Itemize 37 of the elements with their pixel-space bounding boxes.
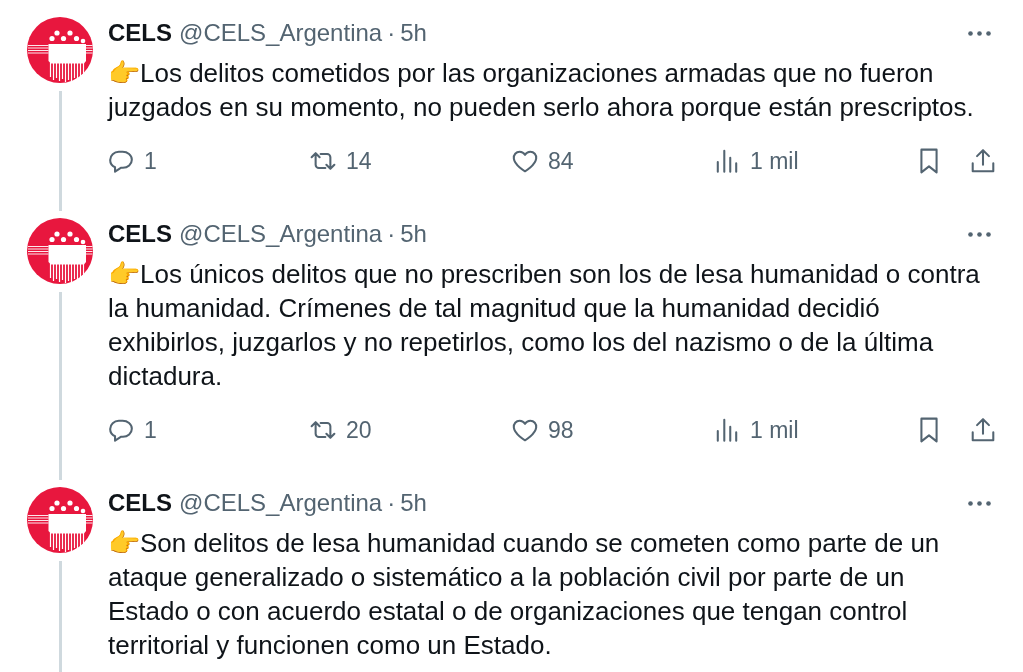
like-button[interactable]: 98	[512, 415, 714, 445]
avatar-logo[interactable]	[27, 218, 93, 284]
tweet-text: 👉Los únicos delitos que no prescriben son los de lesa humanidad o contra la humanidad. Crímenes de tal magnitud que la humanidad decidió exhibirlos, juzgarlos y no repetirlos, como los del nazismo o de la última dictadura.	[108, 258, 981, 393]
avatar-logo[interactable]	[27, 487, 93, 553]
speech-bubble-icon	[108, 417, 134, 443]
author-handle[interactable]: @CELS_Argentina	[179, 220, 383, 248]
share-icon	[970, 417, 996, 443]
share-icon	[970, 148, 996, 174]
bar-chart-icon	[714, 417, 740, 443]
views-button[interactable]: 1 mil	[714, 415, 916, 445]
tweet-text: 👉Son delitos de lesa humanidad cuando se cometen como parte de un ataque generalizado o sistemático a la población civil por parte de un Estado o con acuerdo estatal o de organizaciones que tengan control territorial y funcionen como un Estado.	[108, 527, 941, 662]
author-name[interactable]: CELS	[108, 489, 172, 517]
separator-dot: ·	[387, 19, 396, 47]
author-name[interactable]: CELS	[108, 19, 172, 47]
avatar-logo[interactable]	[27, 17, 93, 83]
timestamp-link[interactable]: 5h	[400, 19, 427, 47]
repost-button[interactable]: 14	[310, 146, 512, 176]
author-handle[interactable]: @CELS_Argentina	[179, 489, 383, 517]
separator-dot: ·	[387, 489, 396, 517]
repost-button[interactable]: 20	[310, 415, 512, 445]
tweet-text: 👉Los delitos cometidos por las organizaciones armadas que no fueron juzgados en su momento, no pueden serlo ahora porque están prescriptos.	[108, 57, 975, 124]
more-icon[interactable]	[968, 231, 991, 237]
more-icon[interactable]	[968, 30, 991, 36]
heart-icon	[512, 148, 538, 174]
timestamp-link[interactable]: 5h	[400, 489, 427, 517]
like-button[interactable]: 84	[512, 146, 714, 176]
timestamp-link[interactable]: 5h	[400, 220, 427, 248]
author-name[interactable]: CELS	[108, 220, 172, 248]
reply-button[interactable]: 1	[108, 415, 310, 445]
reply-button[interactable]: 1	[108, 146, 310, 176]
bar-chart-icon	[714, 148, 740, 174]
speech-bubble-icon	[108, 148, 134, 174]
more-icon[interactable]	[968, 500, 991, 506]
views-button[interactable]: 1 mil	[714, 146, 916, 176]
heart-icon	[512, 417, 538, 443]
separator-dot: ·	[387, 220, 396, 248]
author-handle[interactable]: @CELS_Argentina	[179, 19, 383, 47]
